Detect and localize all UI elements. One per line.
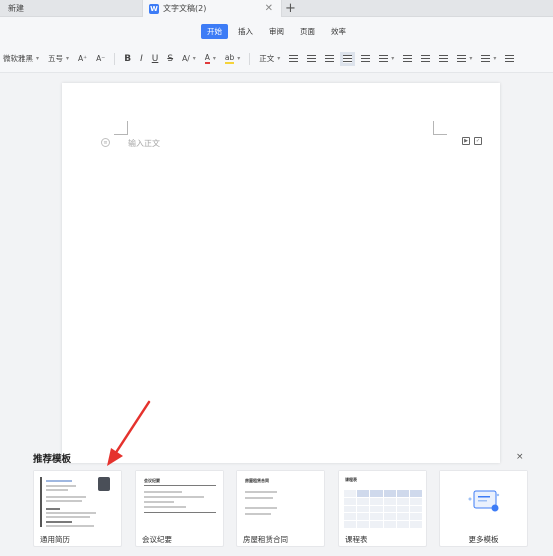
avatar <box>98 477 110 491</box>
annotation-arrow-icon <box>107 400 151 466</box>
toolbar-divider <box>249 52 251 65</box>
strikethrough-button[interactable]: S <box>167 54 173 64</box>
menu-page[interactable]: 页面 <box>294 24 321 39</box>
justify-icon[interactable] <box>340 51 356 66</box>
formatting-toolbar: 微软雅黑 五号 A⁺ A⁻ B I U S A/ A ab 正文 <box>0 45 553 73</box>
template-label: 更多模板 <box>468 535 499 544</box>
page-actions: ▶ ✓ <box>462 137 482 145</box>
more-templates-icon <box>468 490 500 512</box>
more-templates-thumbnail <box>440 471 527 531</box>
body-placeholder[interactable]: 输入正文 <box>128 138 160 149</box>
template-card-more[interactable]: 更多模板 <box>439 470 528 547</box>
meeting-minutes-thumbnail: 会议纪要 <box>136 471 223 531</box>
tab-document-label: 文字文稿(2) <box>163 4 207 13</box>
align-left-icon[interactable] <box>289 54 299 63</box>
shrink-font-button[interactable]: A⁻ <box>96 54 105 63</box>
bullet-list-icon[interactable] <box>457 54 472 63</box>
play-icon[interactable]: ▶ <box>462 137 470 145</box>
line-spacing-icon[interactable] <box>379 54 394 63</box>
document-icon: W <box>149 3 159 14</box>
margin-corner-left <box>114 121 128 135</box>
highlight-button[interactable]: ab <box>224 53 240 64</box>
template-card-rental-contract[interactable]: 房屋租赁合同 房屋租赁合同 <box>236 470 325 547</box>
decrease-indent-icon[interactable] <box>403 54 413 63</box>
distributed-icon[interactable] <box>361 54 371 63</box>
checklist-icon[interactable] <box>439 54 449 63</box>
new-tab-button[interactable]: + <box>285 0 296 17</box>
templates-title: 推荐模板 <box>33 454 72 465</box>
font-name-select[interactable]: 微软雅黑 <box>3 53 39 64</box>
italic-button[interactable]: I <box>140 54 143 64</box>
thumbs-up-icon[interactable]: ✓ <box>474 137 482 145</box>
align-center-icon[interactable] <box>307 54 317 63</box>
font-size-select[interactable]: 五号 <box>48 53 69 64</box>
template-label: 通用简历 <box>40 535 70 544</box>
rental-contract-thumbnail: 房屋租赁合同 <box>237 471 324 531</box>
resume-thumbnail <box>34 471 121 531</box>
schedule-grid <box>344 490 422 528</box>
close-templates-icon[interactable]: × <box>516 452 524 462</box>
underline-button[interactable]: U <box>152 54 159 64</box>
template-card-class-schedule[interactable]: 课程表 课程表 <box>338 470 427 547</box>
paragraph-mark-icon[interactable] <box>505 54 515 63</box>
superscript-button[interactable]: A/ <box>182 54 196 63</box>
bold-button[interactable]: B <box>124 54 131 64</box>
menu-insert[interactable]: 插入 <box>232 24 259 39</box>
template-label: 课程表 <box>345 535 368 544</box>
paragraph-handle-icon[interactable]: ≡ <box>101 138 110 147</box>
class-schedule-thumbnail: 课程表 <box>339 471 426 531</box>
menu-home[interactable]: 开始 <box>201 23 228 39</box>
tab-document[interactable]: W 文字文稿(2) ✕ <box>142 0 282 17</box>
font-color-button[interactable]: A <box>204 53 216 64</box>
menu-efficiency[interactable]: 效率 <box>325 24 352 39</box>
grow-font-button[interactable]: A⁺ <box>78 54 87 63</box>
template-card-meeting-minutes[interactable]: 会议纪要 会议纪要 <box>135 470 224 547</box>
margin-corner-right <box>433 121 447 135</box>
align-right-icon[interactable] <box>325 54 335 63</box>
tab-new-label: 新建 <box>8 4 24 13</box>
numbered-list-icon[interactable] <box>481 54 496 63</box>
tab-bar: 新建 W 文字文稿(2) ✕ + <box>0 0 553 17</box>
increase-indent-icon[interactable] <box>421 54 431 63</box>
close-tab-icon[interactable]: ✕ <box>265 3 273 14</box>
toolbar-divider <box>114 52 116 65</box>
template-label: 会议纪要 <box>142 535 172 544</box>
ribbon-menu: 开始 插入 审阅 页面 效率 <box>0 17 553 45</box>
menu-review[interactable]: 审阅 <box>263 24 290 39</box>
template-card-resume[interactable]: 通用简历 <box>33 470 122 547</box>
template-label: 房屋租赁合同 <box>243 535 288 544</box>
tab-new[interactable]: 新建 <box>0 0 142 17</box>
paragraph-style-select[interactable]: 正文 <box>259 53 280 64</box>
